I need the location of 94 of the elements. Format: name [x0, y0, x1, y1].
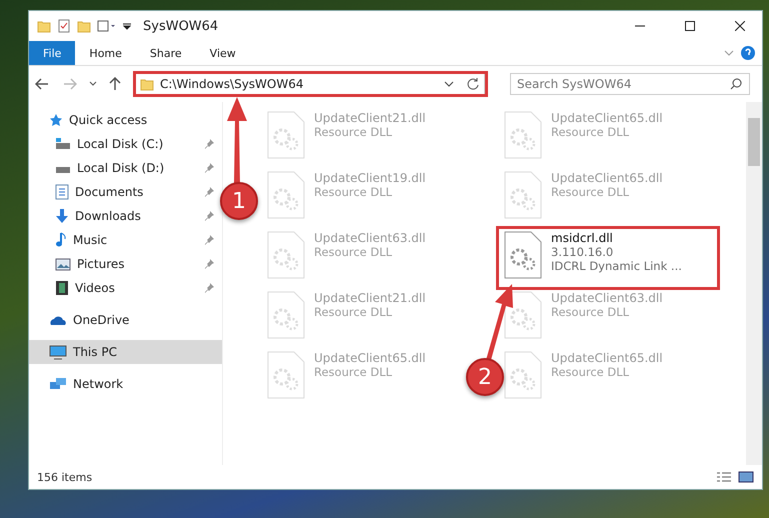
- details-view-icon[interactable]: [716, 471, 732, 483]
- scrollbar[interactable]: [746, 102, 762, 465]
- sidebar-item-label: Local Disk (C:): [77, 137, 164, 151]
- gear-file-icon: [266, 171, 306, 219]
- file-name: UpdateClient65.dll: [551, 111, 663, 125]
- sidebar-item[interactable]: OneDrive: [29, 308, 222, 332]
- gear-file-icon: [266, 111, 306, 159]
- sidebar-item[interactable]: This PC: [29, 340, 222, 364]
- window-title: SysWOW64: [143, 18, 220, 34]
- chevron-down-icon[interactable]: [444, 81, 454, 87]
- file-detail: Resource DLL: [314, 185, 394, 199]
- file-detail: Resource DLL: [314, 365, 394, 379]
- sidebar-item[interactable]: Downloads: [29, 204, 222, 228]
- sidebar-item-label: Local Disk (D:): [77, 161, 166, 175]
- ribbon-tab[interactable]: Home: [75, 41, 136, 65]
- folder-icon: [77, 19, 91, 33]
- sidebar-item[interactable]: Videos: [29, 276, 222, 300]
- large-icons-view-icon[interactable]: [738, 471, 754, 483]
- drive-icon: [55, 138, 71, 150]
- sidebar-item-label: Network: [73, 377, 124, 391]
- item-count: 156 items: [37, 470, 94, 484]
- maximize-icon: [685, 21, 695, 31]
- file-name: msidcrl.dll: [551, 231, 614, 245]
- file-detail: IDCRL Dynamic Link ...: [551, 259, 682, 273]
- folder-icon: [37, 19, 51, 33]
- back-arrow-icon[interactable]: [35, 78, 49, 90]
- sidebar-item-label: Downloads: [75, 209, 142, 223]
- pin-icon[interactable]: [204, 211, 214, 221]
- sidebar-item-label: This PC: [73, 345, 118, 359]
- sidebar-item-label: Music: [73, 233, 108, 247]
- cloud-icon: [49, 314, 67, 326]
- file-name: UpdateClient65.dll: [551, 171, 663, 185]
- sidebar-item[interactable]: Quick access: [29, 108, 222, 132]
- sidebar-item-label: Quick access: [69, 113, 148, 127]
- gear-file-icon: [503, 171, 543, 219]
- network-icon: [49, 376, 67, 392]
- properties-icon[interactable]: [97, 20, 117, 32]
- file-name: UpdateClient21.dll: [314, 111, 426, 125]
- refresh-icon[interactable]: [466, 77, 480, 91]
- sidebar-item[interactable]: Documents: [29, 180, 222, 204]
- pin-icon[interactable]: [204, 235, 214, 245]
- sidebar-item-label: Documents: [75, 185, 144, 199]
- dropdown-icon[interactable]: [123, 22, 131, 30]
- document-icon: [55, 184, 69, 200]
- file-name: UpdateClient63.dll: [551, 291, 663, 305]
- monitor-icon: [49, 344, 67, 360]
- gear-file-icon: [503, 231, 543, 279]
- gear-file-icon: [266, 351, 306, 399]
- ribbon-tab[interactable]: File: [29, 41, 76, 65]
- file-name: UpdateClient65.dll: [551, 351, 663, 365]
- sidebar-item[interactable]: Local Disk (D:): [29, 156, 222, 180]
- pin-icon[interactable]: [204, 283, 214, 293]
- file-name: UpdateClient65.dll: [314, 351, 426, 365]
- file-name: UpdateClient63.dll: [314, 231, 426, 245]
- sidebar-item[interactable]: Pictures: [29, 252, 222, 276]
- sidebar-item-label: OneDrive: [73, 313, 130, 327]
- down-arrow-icon: [55, 208, 69, 224]
- file-detail: Resource DLL: [314, 305, 394, 319]
- gear-file-icon: [266, 291, 306, 339]
- film-icon: [55, 280, 69, 296]
- pin-icon[interactable]: [204, 259, 214, 269]
- search-icon[interactable]: [730, 78, 742, 90]
- file-detail: Resource DLL: [314, 125, 394, 139]
- chevron-down-icon[interactable]: [89, 81, 97, 87]
- sidebar-item[interactable]: Music: [29, 228, 222, 252]
- search-field[interactable]: Search SysWOW64: [510, 73, 750, 95]
- gear-file-icon: [503, 111, 543, 159]
- pin-icon[interactable]: [204, 187, 214, 197]
- up-arrow-icon[interactable]: [109, 77, 121, 91]
- ribbon-tab[interactable]: View: [196, 41, 250, 65]
- checklist-icon[interactable]: [57, 19, 71, 33]
- file-detail: Resource DLL: [551, 185, 630, 199]
- picture-icon: [55, 258, 71, 270]
- sidebar-item[interactable]: Network: [29, 372, 222, 396]
- folder-icon: [140, 77, 154, 91]
- gear-file-icon: [503, 291, 543, 339]
- gear-file-icon: [266, 231, 306, 279]
- sidebar-item[interactable]: Local Disk (C:): [29, 132, 222, 156]
- sidebar-item-label: Pictures: [77, 257, 126, 271]
- close-icon: [735, 21, 745, 31]
- file-detail: 3.110.16.0: [551, 245, 614, 259]
- file-name: UpdateClient19.dll: [314, 171, 426, 185]
- gear-file-icon: [503, 351, 543, 399]
- pin-icon[interactable]: [204, 163, 214, 173]
- file-detail: Resource DLL: [314, 245, 394, 259]
- star-icon: [49, 113, 63, 127]
- file-detail: Resource DLL: [551, 305, 630, 319]
- sidebar-item-label: Videos: [75, 281, 116, 295]
- music-note-icon: [55, 232, 67, 248]
- ribbon-tab[interactable]: Share: [136, 41, 196, 65]
- pin-icon[interactable]: [204, 139, 214, 149]
- file-name: UpdateClient21.dll: [314, 291, 426, 305]
- file-detail: Resource DLL: [551, 365, 630, 379]
- file-detail: Resource DLL: [551, 125, 630, 139]
